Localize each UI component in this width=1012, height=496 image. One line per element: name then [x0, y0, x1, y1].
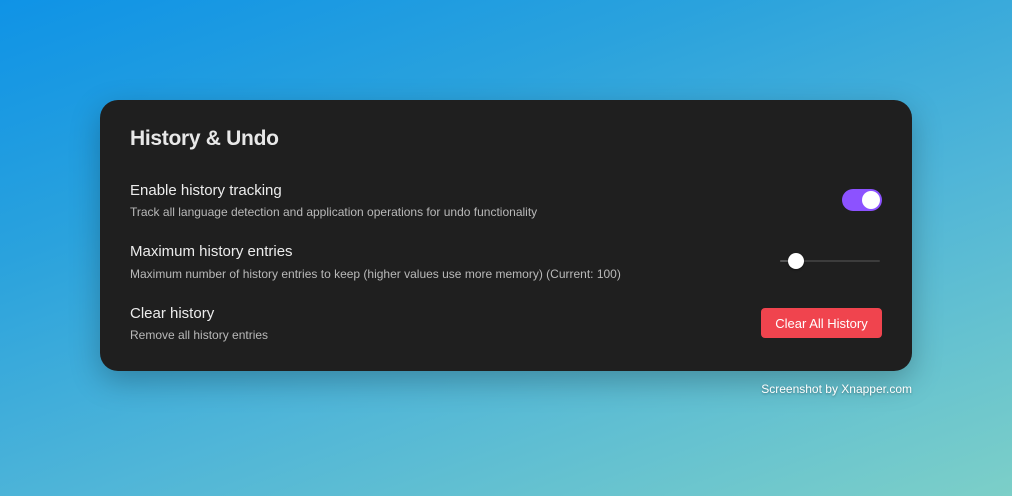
slider-thumb[interactable]: [788, 253, 804, 269]
history-tracking-description: Track all language detection and applica…: [130, 205, 538, 219]
settings-panel: History & Undo Enable history tracking T…: [100, 100, 912, 371]
history-tracking-label: Enable history tracking: [130, 182, 282, 199]
max-history-slider[interactable]: [780, 252, 880, 270]
panel-title: History & Undo: [130, 127, 279, 150]
clear-history-description: Remove all history entries: [130, 328, 269, 342]
watermark: Screenshot by Xnapper.com: [761, 382, 912, 396]
history-tracking-toggle[interactable]: [842, 189, 882, 211]
toggle-knob: [862, 191, 880, 209]
clear-all-history-button[interactable]: Clear All History: [761, 308, 882, 338]
clear-history-label: Clear history: [130, 305, 215, 322]
max-history-description: Maximum number of history entries to kee…: [130, 267, 621, 281]
max-history-label: Maximum history entries: [130, 243, 293, 260]
